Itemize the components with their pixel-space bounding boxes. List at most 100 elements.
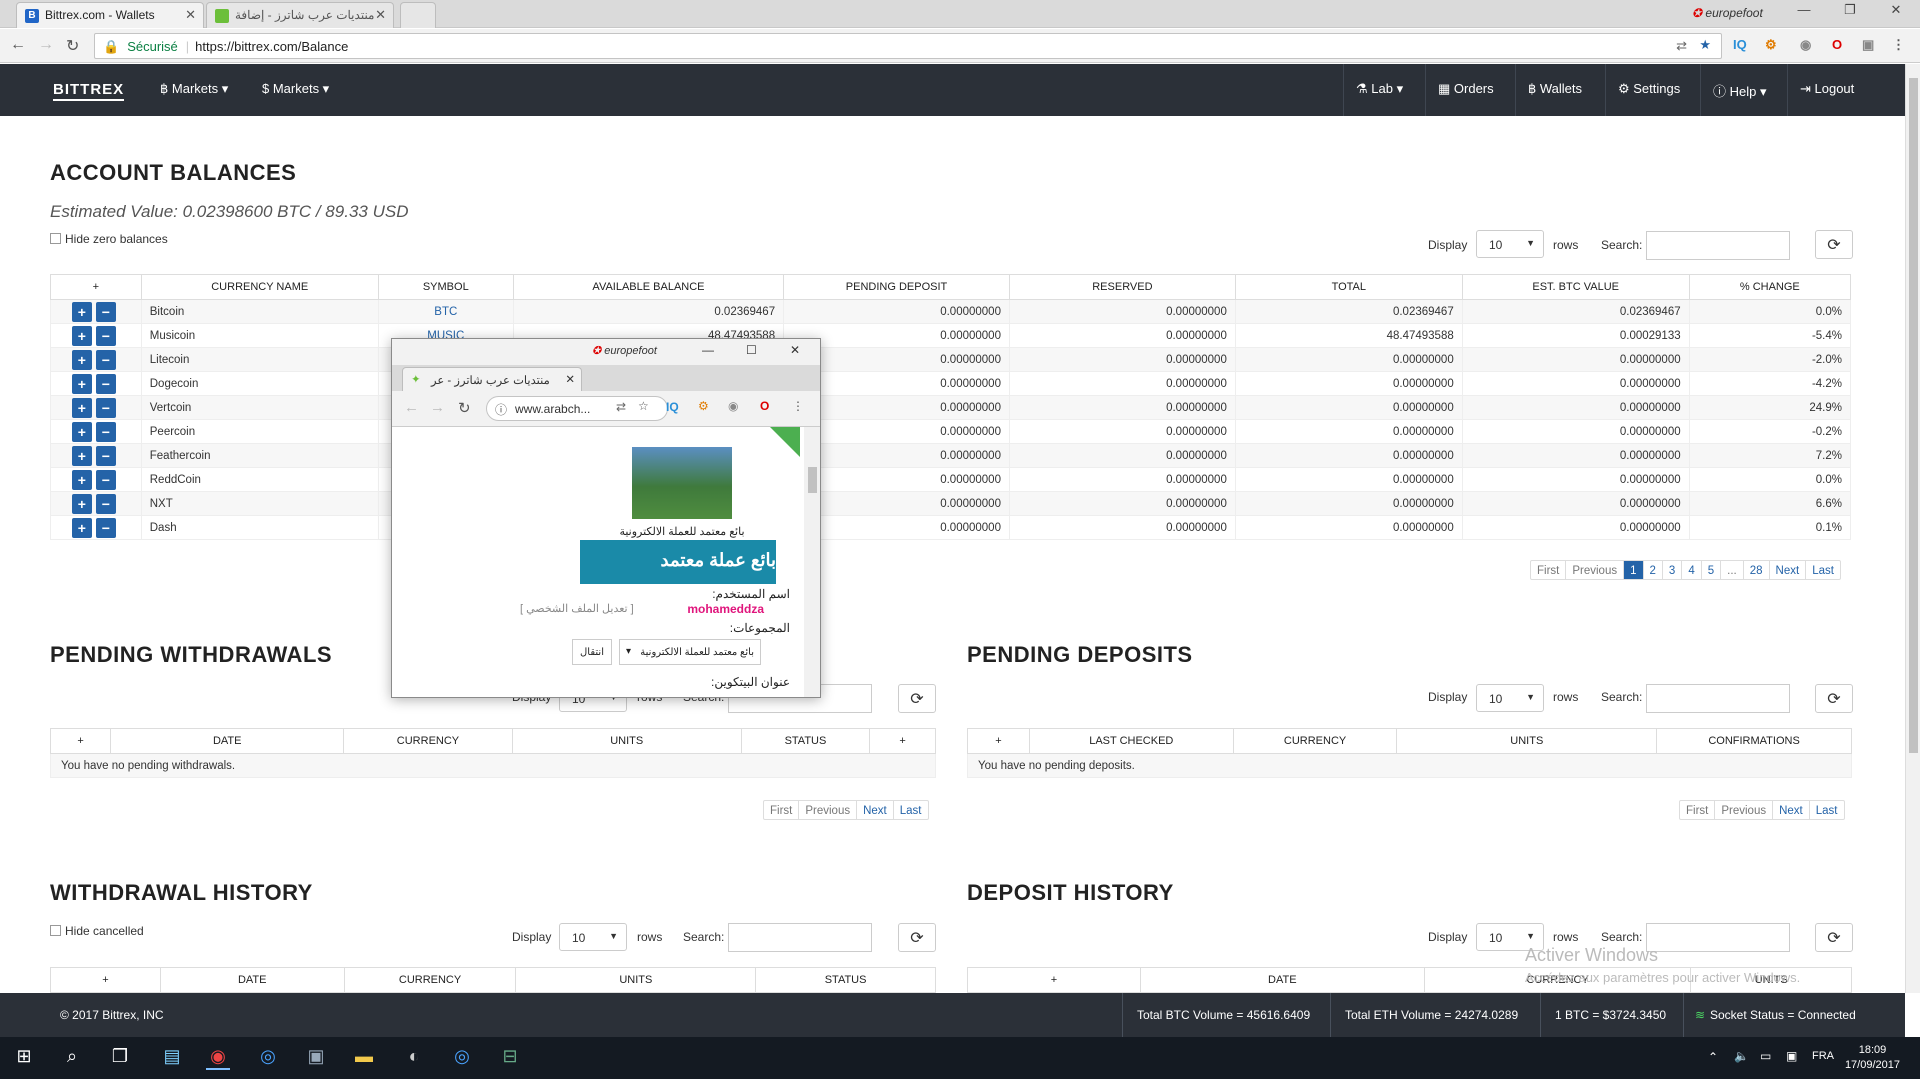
pagination-item[interactable]: 28 bbox=[1744, 561, 1770, 579]
popup-titlebar[interactable]: ✪ europefoot — ☐ ✕ bbox=[392, 339, 820, 365]
refresh-button[interactable]: ⟳ bbox=[898, 923, 936, 952]
deposit-plus-icon[interactable]: + bbox=[71, 373, 92, 394]
withdraw-minus-icon[interactable]: − bbox=[95, 517, 116, 538]
forward-icon[interactable]: → bbox=[430, 399, 445, 416]
withdraw-minus-icon[interactable]: − bbox=[95, 349, 116, 370]
lab-menu[interactable]: ⚗ Lab ▾ bbox=[1343, 64, 1423, 116]
restore-icon[interactable]: ❐ bbox=[1830, 2, 1870, 18]
column-header[interactable]: + bbox=[50, 274, 142, 300]
pagination-item[interactable]: Next bbox=[1773, 801, 1810, 819]
column-header[interactable]: STATUS bbox=[755, 967, 936, 993]
pagination-item[interactable]: Next bbox=[857, 801, 894, 819]
column-header[interactable]: EST. BTC VALUE bbox=[1461, 274, 1690, 300]
close-icon[interactable]: ✕ bbox=[185, 7, 196, 23]
pagination-item[interactable]: Previous bbox=[799, 801, 858, 819]
logout-link[interactable]: ⇥ Logout bbox=[1787, 64, 1892, 116]
help-menu[interactable]: ⓘ Help ▾ bbox=[1700, 64, 1788, 116]
browser-tab-arabchatters[interactable]: منتديات عرب شاترز - إضافة ✕ bbox=[206, 2, 394, 28]
pagination-item[interactable]: Next bbox=[1770, 561, 1807, 579]
extension-screen-icon[interactable]: ▣ bbox=[1862, 37, 1874, 53]
windows-start-icon[interactable]: ⊞ bbox=[12, 1046, 36, 1070]
task-view-icon[interactable]: ❐ bbox=[108, 1046, 132, 1070]
pagination-item[interactable]: First bbox=[1531, 561, 1567, 579]
checkbox-box[interactable] bbox=[50, 925, 61, 936]
volume-icon[interactable]: 🔈 bbox=[1734, 1049, 1749, 1063]
minimize-icon[interactable]: — bbox=[1784, 2, 1824, 17]
display-rows-select[interactable]: 10▼ bbox=[1476, 684, 1544, 712]
column-header[interactable]: RESERVED bbox=[1008, 274, 1236, 300]
refresh-button[interactable]: ⟳ bbox=[1815, 684, 1853, 713]
restore-icon[interactable]: ☐ bbox=[746, 343, 757, 357]
edit-profile-link[interactable]: [ تعديل الملف الشخصي ] bbox=[520, 602, 634, 615]
notes-app-icon[interactable]: ▤ bbox=[160, 1046, 184, 1070]
pagination-item[interactable]: 4 bbox=[1682, 561, 1702, 579]
search-icon[interactable]: ⌕ bbox=[60, 1046, 84, 1070]
app-icon[interactable]: ◎ bbox=[256, 1046, 280, 1070]
settings-link[interactable]: ⚙ Settings bbox=[1605, 64, 1700, 116]
column-header[interactable]: UNITS bbox=[1396, 728, 1658, 754]
deposit-plus-icon[interactable]: + bbox=[71, 325, 92, 346]
column-header[interactable]: % CHANGE bbox=[1688, 274, 1852, 300]
pagination-item[interactable]: Previous bbox=[1715, 801, 1774, 819]
bookmark-star-icon[interactable]: ☆ bbox=[638, 399, 649, 413]
deposit-plus-icon[interactable]: + bbox=[71, 469, 92, 490]
popup-tab[interactable]: ✦ منتديات عرب شاترز - عر ✕ bbox=[402, 367, 582, 391]
withdraw-minus-icon[interactable]: − bbox=[95, 493, 116, 514]
network-app-icon[interactable]: ⊟ bbox=[498, 1046, 522, 1070]
extension-icon[interactable]: ⚙ bbox=[698, 399, 709, 413]
deposit-plus-icon[interactable]: + bbox=[71, 517, 92, 538]
column-header[interactable]: + bbox=[50, 967, 161, 993]
column-header[interactable]: + bbox=[869, 728, 936, 754]
deposit-plus-icon[interactable]: + bbox=[71, 493, 92, 514]
pending-deposits-search-input[interactable] bbox=[1646, 684, 1790, 713]
tray-chevron-icon[interactable]: ⌃ bbox=[1708, 1050, 1718, 1064]
column-header[interactable]: CURRENCY NAME bbox=[140, 274, 379, 300]
app-icon[interactable]: ◎ bbox=[450, 1046, 474, 1070]
column-header[interactable]: DATE bbox=[110, 728, 345, 754]
column-header[interactable]: DATE bbox=[159, 967, 345, 993]
back-icon[interactable]: ← bbox=[404, 399, 419, 416]
language-indicator[interactable]: FRA bbox=[1812, 1050, 1834, 1062]
close-icon[interactable]: ✕ bbox=[375, 7, 386, 23]
column-header[interactable]: CURRENCY bbox=[1232, 728, 1398, 754]
display-rows-select[interactable]: 10▼ bbox=[559, 923, 627, 951]
pagination-item[interactable]: 2 bbox=[1644, 561, 1663, 579]
forward-icon[interactable]: → bbox=[38, 36, 54, 54]
withdraw-minus-icon[interactable]: − bbox=[95, 421, 116, 442]
withdraw-minus-icon[interactable]: − bbox=[95, 301, 116, 322]
reload-icon[interactable]: ↻ bbox=[458, 399, 471, 417]
refresh-button[interactable]: ⟳ bbox=[1815, 230, 1853, 259]
column-header[interactable]: UNITS bbox=[515, 967, 757, 993]
close-icon[interactable]: ✕ bbox=[565, 372, 575, 386]
minimize-icon[interactable]: — bbox=[702, 343, 714, 357]
network-icon[interactable]: ▭ bbox=[1760, 1049, 1771, 1063]
clock[interactable]: 18:09 17/09/2017 bbox=[1845, 1043, 1900, 1073]
opera-icon[interactable]: O bbox=[760, 399, 769, 413]
pagination-item[interactable]: First bbox=[764, 801, 800, 819]
new-tab-button[interactable] bbox=[400, 2, 436, 28]
column-header[interactable]: + bbox=[967, 967, 1141, 993]
file-explorer-icon[interactable]: ▬ bbox=[352, 1046, 376, 1070]
window-close-icon[interactable]: ✕ bbox=[1876, 2, 1916, 18]
checkbox-box[interactable] bbox=[50, 233, 61, 244]
window-close-icon[interactable]: ✕ bbox=[790, 343, 800, 357]
popup-browser-window[interactable]: ✪ europefoot — ☐ ✕ ✦ منتديات عرب شاترز -… bbox=[391, 338, 821, 698]
hide-cancelled-checkbox[interactable]: Hide cancelled bbox=[50, 924, 144, 938]
column-header[interactable]: PENDING DEPOSIT bbox=[783, 274, 1010, 300]
scrollbar-thumb[interactable] bbox=[1909, 78, 1918, 753]
page-scrollbar[interactable] bbox=[1905, 64, 1920, 993]
pagination-item[interactable]: First bbox=[1680, 801, 1716, 819]
opera-icon[interactable]: O bbox=[1832, 37, 1842, 52]
site-logo[interactable]: BITTREX bbox=[53, 81, 125, 101]
username[interactable]: mohameddza bbox=[687, 602, 764, 616]
popup-scrollbar[interactable] bbox=[804, 427, 820, 697]
refresh-button[interactable]: ⟳ bbox=[898, 684, 936, 713]
menu-dots-icon[interactable]: ⋮ bbox=[792, 399, 804, 413]
display-rows-select[interactable]: 10▼ bbox=[1476, 230, 1544, 258]
column-header[interactable]: AVAILABLE BALANCE bbox=[512, 274, 785, 300]
withdraw-minus-icon[interactable]: − bbox=[95, 325, 116, 346]
withdraw-minus-icon[interactable]: − bbox=[95, 469, 116, 490]
bookmark-star-icon[interactable]: ★ bbox=[1699, 37, 1711, 53]
usd-markets-menu[interactable]: $ Markets ▾ bbox=[262, 81, 329, 97]
column-header[interactable]: CURRENCY bbox=[343, 967, 517, 993]
